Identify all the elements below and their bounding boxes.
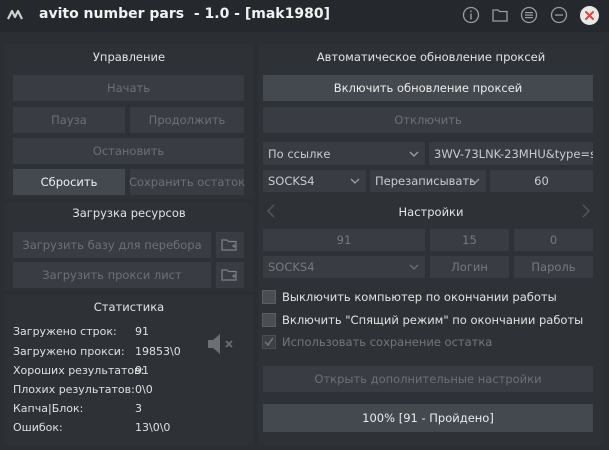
continue-button[interactable]: Продолжить [130,107,244,133]
folder-open-icon [221,239,237,251]
folder-open-icon [221,269,237,281]
stat-label-errors: Ошибок: [13,421,63,434]
chevron-down-icon [409,151,419,157]
chevron-right-icon[interactable] [580,204,592,218]
info-icon[interactable] [461,5,481,25]
browse-base-button[interactable] [216,232,244,258]
stat-value-errors: 13\0\0 [135,421,171,434]
save-rest-button[interactable]: Сохранить остаток [129,169,245,195]
save-rest-checkbox[interactable] [262,335,276,349]
sleep-mode-checkbox[interactable] [262,313,276,327]
speaker-muted-icon[interactable] [206,332,238,356]
disable-proxy-update-button[interactable]: Отключить [263,107,593,133]
shutdown-checkbox[interactable] [262,290,276,304]
shutdown-label: Выключить компьютер по окончании работы [282,290,557,304]
proxy-source-value: По ссылке [268,146,331,161]
chevron-down-icon [350,178,360,184]
proxy-update-title: Автоматическое обновление проксей [316,50,546,64]
proxy-mode-select[interactable]: Перезаписывать [370,170,486,192]
settings-proxy-type-value: SOCKS4 [268,260,315,274]
menu-icon[interactable] [519,5,539,25]
stat-label-bad: Плохих результатов: [13,383,135,396]
sleep-mode-label: Включить "Спящий режим" по окончании раб… [282,313,584,327]
stats-title: Статистика [93,300,165,314]
load-proxy-button[interactable]: Загрузить прокси лист [13,262,211,288]
reset-button[interactable]: Сбросить [13,169,125,195]
window-title: avito number pars - 1.0 - [mak1980] [39,6,330,22]
resources-title: Загрузка ресурсов [72,206,186,220]
password-input[interactable]: Пароль [514,256,593,278]
enable-proxy-update-button[interactable]: Включить обновление проксей [263,75,593,101]
settings-proxy-type-select[interactable]: SOCKS4 [263,256,425,278]
start-button[interactable]: Начать [13,75,244,101]
load-base-button[interactable]: Загрузить базу для перебора [13,232,211,258]
proxy-type-select[interactable]: SOCKS4 [263,170,366,192]
save-rest-label: Использовать сохранение остатка [282,335,493,349]
minimize-icon[interactable] [549,5,569,25]
browse-proxy-button[interactable] [216,262,244,288]
stat-value-good: 91 [135,364,149,377]
proxy-interval-input[interactable]: 60 [490,170,593,192]
stop-button[interactable]: Остановить [13,138,244,164]
folder-icon[interactable] [490,5,510,25]
stat-value-proxies: 19853\0 [135,345,181,358]
stat-value-rows: 91 [135,325,149,338]
proxy-source-select[interactable]: По ссылке [263,142,425,165]
stat-label-rows: Загружено строк: [13,325,117,338]
stat-label-good: Хороших результатов: [13,364,145,377]
settings-field-1[interactable]: 91 [263,229,425,251]
chevron-down-icon [409,264,419,270]
control-title: Управление [92,50,166,64]
settings-title: Настройки [398,205,464,219]
check-icon [264,337,274,347]
stat-label-captcha: Капча|Блок: [13,402,84,415]
proxy-url-input[interactable]: 3WV-73LNK-23MHU&type=soc [429,142,593,165]
advanced-settings-button[interactable]: Открыть дополнительные настройки [263,366,593,392]
stat-value-bad: 0\0 [135,383,153,396]
close-icon[interactable] [580,6,599,25]
proxy-mode-value: Перезаписывать [375,174,476,188]
stat-label-proxies: Загружено прокси: [13,345,125,358]
settings-field-2[interactable]: 15 [430,229,509,251]
status-progress: 100% [91 - Пройдено] [263,404,593,432]
settings-field-3[interactable]: 0 [514,229,593,251]
stat-value-captcha: 3 [135,402,142,415]
login-input[interactable]: Логин [430,256,509,278]
pause-button[interactable]: Пауза [13,107,125,133]
proxy-type-value: SOCKS4 [268,174,315,188]
app-logo-icon [6,6,24,24]
chevron-down-icon [470,178,480,184]
